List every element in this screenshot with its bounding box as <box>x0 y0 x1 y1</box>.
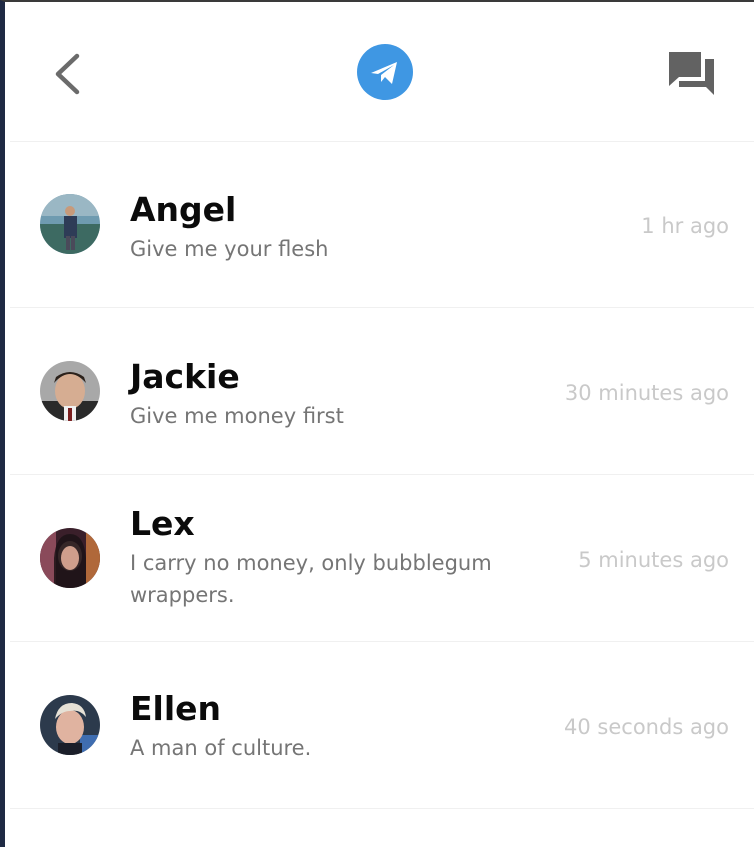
conversation-item-lex[interactable]: Lex I carry no money, only bubblegum wra… <box>10 475 754 642</box>
avatar <box>40 695 100 755</box>
conversation-text: Jackie Give me money first <box>130 358 510 432</box>
contact-name: Lex <box>130 504 195 543</box>
last-message: A man of culture. <box>130 736 312 760</box>
message-time: 1 hr ago <box>641 214 729 238</box>
avatar <box>40 194 100 254</box>
forum-chat-icon <box>669 52 714 95</box>
top-bar <box>10 4 754 142</box>
contact-name: Jackie <box>130 357 240 396</box>
message-time: 5 minutes ago <box>578 548 729 572</box>
conversation-text: Lex I carry no money, only bubblegum wra… <box>130 505 510 611</box>
telegram-logo-icon <box>357 44 413 100</box>
contact-name: Ellen <box>130 689 222 728</box>
last-message: I carry no money, only bubblegum wrapper… <box>130 551 492 607</box>
back-button[interactable] <box>48 48 92 100</box>
forum-chat-button[interactable] <box>667 48 717 98</box>
message-time: 30 minutes ago <box>564 381 729 405</box>
message-time: 40 seconds ago <box>564 715 729 739</box>
avatar <box>40 528 100 588</box>
conversation-text: Angel Give me your flesh <box>130 191 510 265</box>
last-message: Give me your flesh <box>130 237 329 261</box>
conversation-text: Ellen A man of culture. <box>130 690 510 764</box>
contact-name: Angel <box>130 190 237 229</box>
last-message: Give me money first <box>130 404 344 428</box>
conversation-list: Angel Give me your flesh 1 hr ago Jackie… <box>10 141 754 809</box>
conversation-item-angel[interactable]: Angel Give me your flesh 1 hr ago <box>10 141 754 308</box>
conversation-item-ellen[interactable]: Ellen A man of culture. 40 seconds ago <box>10 642 754 809</box>
avatar <box>40 361 100 421</box>
chevron-left-icon <box>55 53 80 95</box>
conversation-item-jackie[interactable]: Jackie Give me money first 30 minutes ag… <box>10 308 754 475</box>
app-window: Angel Give me your flesh 1 hr ago Jackie… <box>0 0 754 847</box>
